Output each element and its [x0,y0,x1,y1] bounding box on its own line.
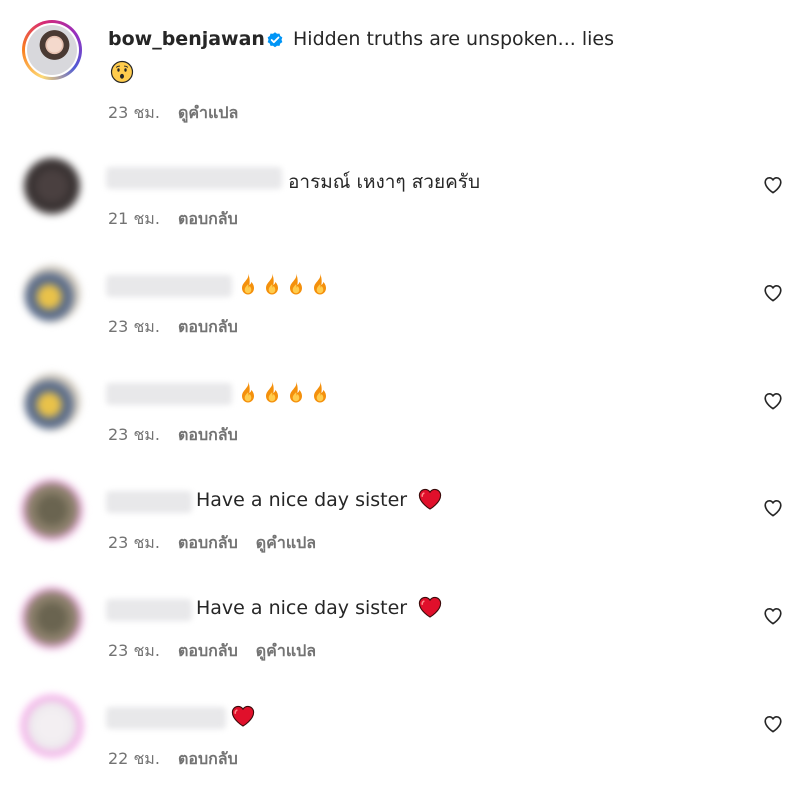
hushed-face-icon [110,60,134,84]
comment-meta: 23 ชม. ตอบกลับ [108,423,238,448]
commenter-avatar[interactable] [24,266,80,322]
caption-meta: 23 ชม. ดูคำแปล [108,101,238,126]
comment-item: Have a nice day sister 23 ชม. ตอบกลับ ดูคำ… [0,469,800,573]
commenter-avatar[interactable] [24,374,80,430]
caption-username[interactable]: bow_benjawan [108,28,265,50]
like-heart-icon[interactable] [762,390,784,412]
translate-link[interactable]: ดูคำแปล [256,641,316,660]
caption-time: 23 ชม. [108,103,160,122]
comment-emoji [230,703,256,729]
comment-emoji [236,272,332,296]
comment-time: 23 ชม. [108,641,160,660]
commenter-username[interactable] [106,275,232,297]
comment-item: 23 ชม. ตอบกลับ [0,361,800,465]
red-heart-icon [417,486,443,512]
post-caption: bow_benjawan Hidden truths are unspoken.… [0,0,800,140]
comment-item: 22 ชม. ตอบกลับ [0,685,800,789]
comment-meta: 22 ชม. ตอบกลับ [108,747,238,772]
reply-link[interactable]: ตอบกลับ [178,209,238,228]
commenter-avatar[interactable] [21,479,83,541]
fire-icon [308,380,332,404]
reply-link[interactable]: ตอบกลับ [178,641,238,660]
comment-meta: 23 ชม. ตอบกลับ ดูคำแปล [108,639,316,664]
caption-text: Hidden truths are unspoken... lies [293,28,614,50]
translate-link[interactable]: ดูคำแปล [256,533,316,552]
comment-time: 21 ชม. [108,209,160,228]
comment-time: 23 ชม. [108,425,160,444]
comment-meta: 21 ชม. ตอบกลับ [108,207,238,232]
commenter-username[interactable] [106,491,192,513]
commenter-avatar[interactable] [24,158,80,214]
comment-emoji [236,380,332,404]
commenter-username[interactable] [106,707,226,729]
commenter-avatar[interactable] [21,587,83,649]
comment-text: อารมณ์ เหงาๆ สวยครับ [288,171,481,193]
like-heart-icon[interactable] [762,282,784,304]
commenter-avatar[interactable] [21,695,83,757]
fire-icon [260,380,284,404]
comment-meta: 23 ชม. ตอบกลับ [108,315,238,340]
reply-link[interactable]: ตอบกลับ [178,317,238,336]
commenter-username[interactable] [106,167,282,189]
like-heart-icon[interactable] [762,497,784,519]
comment-item: อารมณ์ เหงาๆ สวยครับ 21 ชม. ตอบกลับ [0,145,800,249]
reply-link[interactable]: ตอบกลับ [178,425,238,444]
comment-time: 23 ชม. [108,317,160,336]
translate-link[interactable]: ดูคำแปล [178,103,238,122]
like-heart-icon[interactable] [762,605,784,627]
like-heart-icon[interactable] [762,713,784,735]
comment-text-wrap: Have a nice day sister [196,597,443,620]
fire-icon [284,272,308,296]
fire-icon [236,272,260,296]
comment-text-wrap: Have a nice day sister [196,489,443,512]
red-heart-icon [230,703,256,729]
red-heart-icon [417,594,443,620]
commenter-username[interactable] [106,599,192,621]
reply-link[interactable]: ตอบกลับ [178,749,238,768]
comment-time: 22 ชม. [108,749,160,768]
reply-link[interactable]: ตอบกลับ [178,533,238,552]
like-heart-icon[interactable] [762,174,784,196]
comment-time: 23 ชม. [108,533,160,552]
fire-icon [260,272,284,296]
comment-text: Have a nice day sister [196,489,408,511]
fire-icon [308,272,332,296]
comment-text: Have a nice day sister [196,597,408,619]
fire-icon [236,380,260,404]
comment-meta: 23 ชม. ตอบกลับ ดูคำแปล [108,531,316,556]
verified-badge-icon [267,32,283,48]
comment-item: Have a nice day sister 23 ชม. ตอบกลับ ดูคำ… [0,577,800,681]
fire-icon [284,380,308,404]
comment-item: 23 ชม. ตอบกลับ [0,253,800,357]
commenter-username[interactable] [106,383,232,405]
avatar[interactable] [27,25,77,75]
